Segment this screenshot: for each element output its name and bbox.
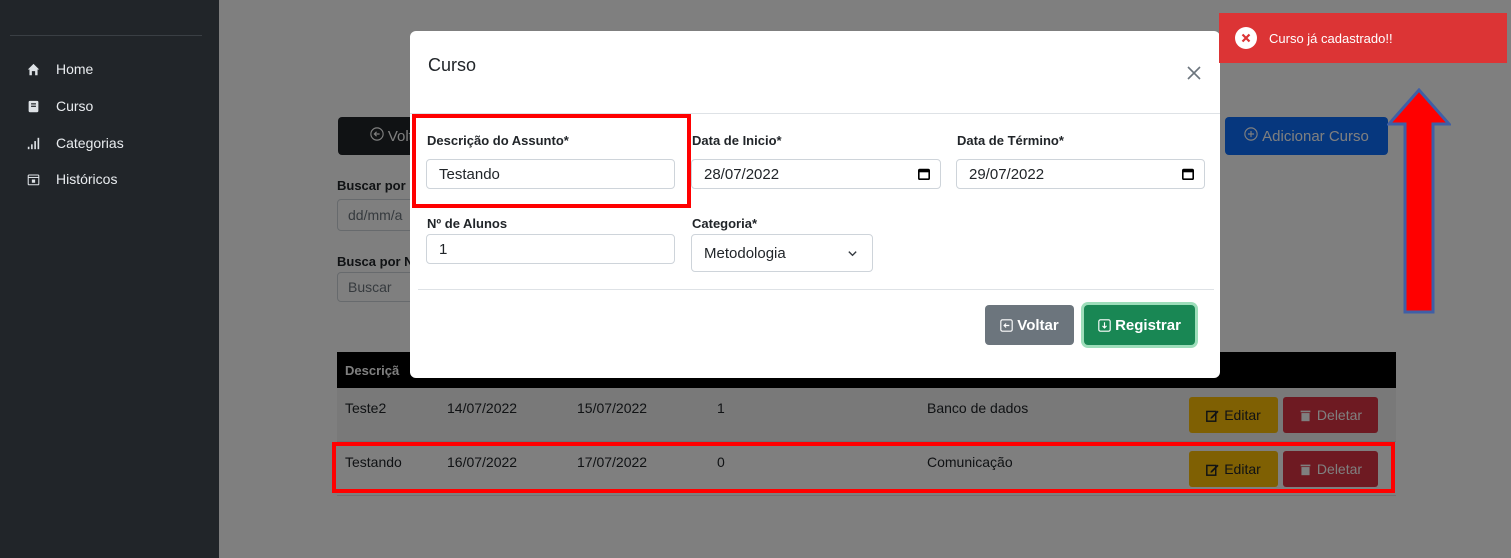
sidebar-item-label: Categorias — [56, 135, 124, 151]
home-icon — [26, 62, 40, 76]
book-icon — [26, 99, 40, 113]
alunos-label: Nº de Alunos — [427, 216, 508, 231]
error-toast: Curso já cadastrado!! — [1219, 13, 1507, 63]
up-arrow-annotation — [1387, 88, 1451, 314]
data-termino-input[interactable]: 29/07/2022 — [956, 159, 1205, 189]
error-icon — [1235, 27, 1257, 49]
sidebar-item-historicos[interactable]: Históricos — [26, 169, 117, 189]
data-inicio-label: Data de Inicio* — [692, 133, 782, 148]
sidebar-divider — [10, 35, 202, 36]
back-square-icon — [1000, 318, 1014, 332]
alunos-input[interactable]: 1 — [426, 234, 675, 264]
sidebar: Home Curso Categorias Históricos — [0, 0, 219, 558]
annotation-highlight-descricao — [412, 114, 691, 208]
toast-message: Curso já cadastrado!! — [1269, 30, 1393, 46]
close-icon[interactable] — [1185, 64, 1203, 82]
calendar-icon[interactable] — [1182, 168, 1194, 180]
modal-title: Curso — [428, 55, 477, 75]
chevron-down-icon — [848, 251, 857, 257]
calendar-icon[interactable] — [918, 168, 930, 180]
categoria-label: Categoria* — [692, 216, 758, 231]
data-inicio-input[interactable]: 28/07/2022 — [691, 159, 941, 189]
sidebar-item-label: Históricos — [56, 171, 118, 187]
annotation-highlight-row — [332, 442, 1395, 493]
sidebar-item-label: Home — [56, 61, 94, 77]
sidebar-item-home[interactable]: Home — [26, 59, 93, 79]
categoria-select[interactable]: Metodologia — [691, 234, 873, 272]
sidebar-item-curso[interactable]: Curso — [26, 96, 93, 116]
registrar-button[interactable]: Registrar — [1084, 305, 1195, 345]
sidebar-item-categorias[interactable]: Categorias — [26, 133, 124, 153]
voltar-button[interactable]: Voltar — [985, 305, 1074, 345]
data-termino-label: Data de Término* — [957, 133, 1064, 148]
bar-chart-icon — [26, 136, 40, 150]
sidebar-item-label: Curso — [56, 98, 94, 114]
calendar-icon — [26, 172, 40, 186]
modal-footer-divider — [418, 289, 1214, 290]
download-square-icon — [1098, 318, 1111, 332]
